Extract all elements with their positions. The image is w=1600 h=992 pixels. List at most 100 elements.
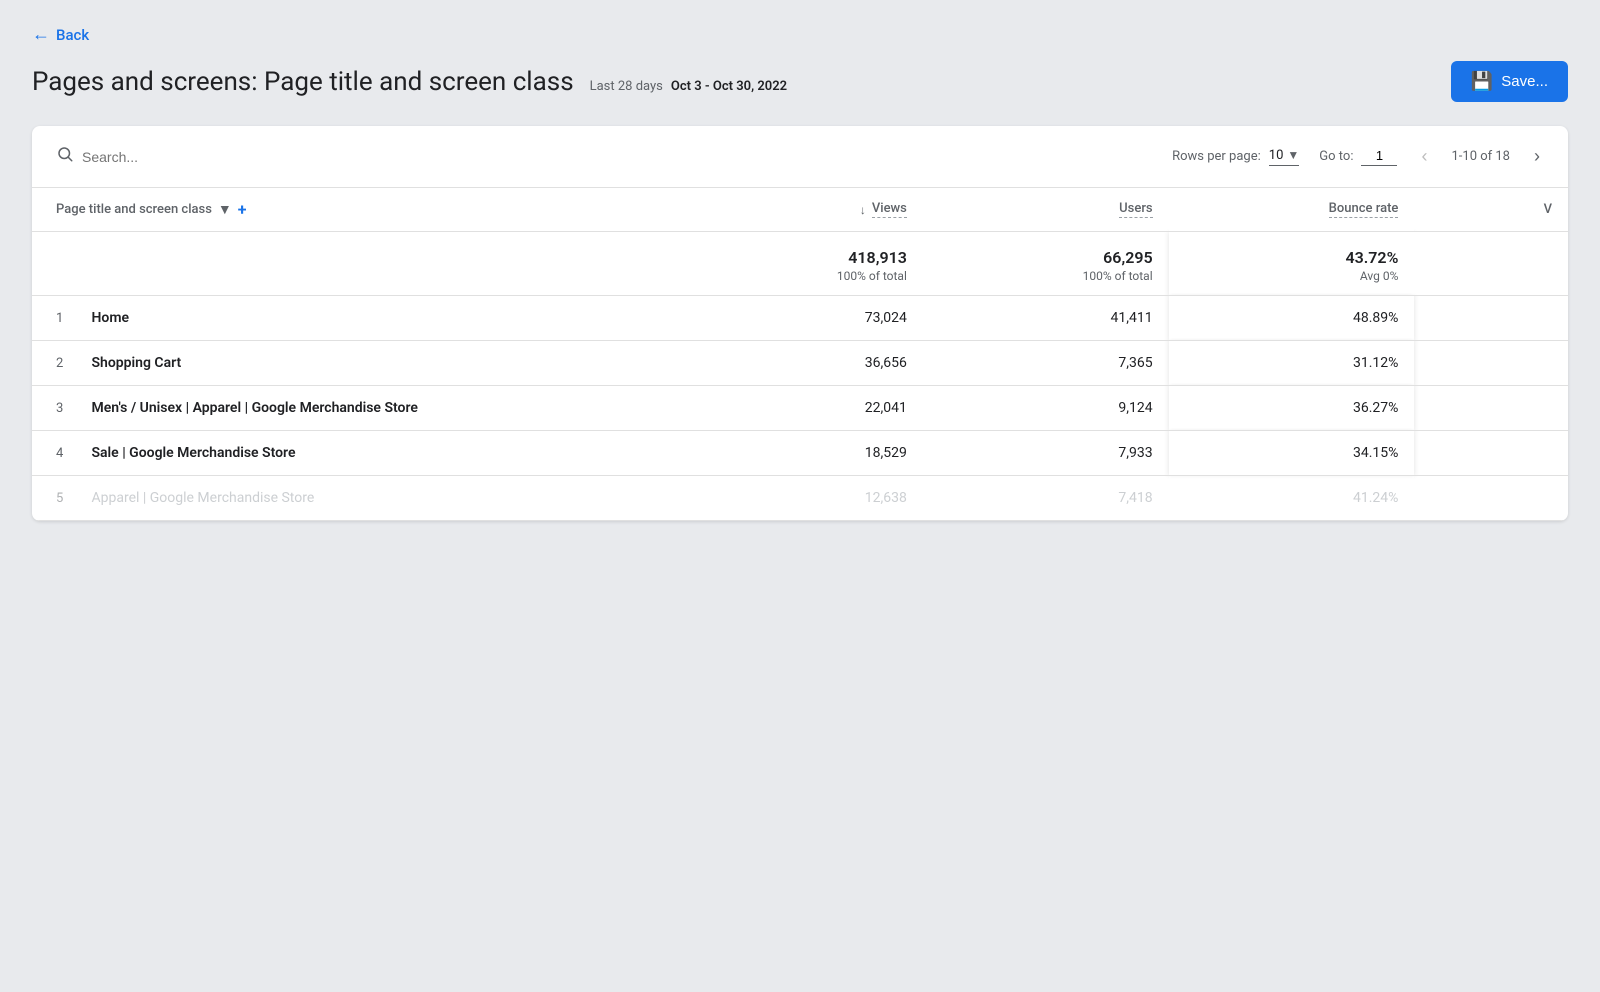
table-header-row: Page title and screen class ▼ + ↓ Views xyxy=(32,188,1568,232)
totals-users-sub: 100% of total xyxy=(939,269,1153,283)
row-users: 7,365 xyxy=(1118,355,1152,371)
row-views: 18,529 xyxy=(865,445,907,461)
totals-views: 418,913 xyxy=(693,248,907,267)
save-button[interactable]: 💾 Save... xyxy=(1451,61,1568,102)
row-page-name: Men's / Unisex | Apparel | Google Mercha… xyxy=(91,400,417,416)
row-extra-cell xyxy=(1414,476,1568,521)
row-bounce-cell: 48.89% xyxy=(1169,296,1415,341)
pagination-controls: Rows per page: 10 ▼ Go to: ‹ 1-10 of 18 … xyxy=(1172,142,1544,171)
row-index: 5 xyxy=(56,491,76,506)
toolbar: Rows per page: 10 ▼ Go to: ‹ 1-10 of 18 … xyxy=(32,126,1568,188)
back-arrow-icon: ← xyxy=(32,24,50,45)
row-bounce-cell: 36.27% xyxy=(1169,386,1415,431)
col-page-title-label: Page title and screen class xyxy=(56,202,212,217)
row-page-name: Apparel | Google Merchandise Store xyxy=(91,490,314,506)
totals-bounce-cell: 43.72% Avg 0% xyxy=(1169,232,1415,296)
rows-per-page-label: Rows per page: xyxy=(1172,149,1261,164)
row-views: 22,041 xyxy=(865,400,907,416)
row-views-cell: 22,041 xyxy=(677,386,923,431)
totals-page-title-cell xyxy=(32,232,677,296)
row-index: 2 xyxy=(56,356,76,371)
row-bounce: 48.89% xyxy=(1353,310,1398,326)
row-bounce: 31.12% xyxy=(1353,355,1398,371)
row-users: 41,411 xyxy=(1111,310,1153,326)
row-page-name: Shopping Cart xyxy=(91,355,181,371)
prev-page-button[interactable]: ‹ xyxy=(1417,142,1431,171)
row-extra-cell xyxy=(1414,386,1568,431)
row-page-title-cell: 1 Home xyxy=(32,296,677,341)
row-page-name: Home xyxy=(91,310,129,326)
totals-views-cell: 418,913 100% of total xyxy=(677,232,923,296)
totals-bounce: 43.72% xyxy=(1185,248,1399,267)
rows-per-page-value: 10 xyxy=(1269,148,1284,163)
totals-users: 66,295 xyxy=(939,248,1153,267)
col-header-page-title: Page title and screen class ▼ + xyxy=(32,188,677,232)
table-row: 2 Shopping Cart 36,656 7,365 31.12% xyxy=(32,341,1568,386)
back-label: Back xyxy=(56,26,89,44)
row-users: 9,124 xyxy=(1118,400,1152,416)
search-input[interactable] xyxy=(82,149,536,165)
main-card: Rows per page: 10 ▼ Go to: ‹ 1-10 of 18 … xyxy=(32,126,1568,521)
sort-desc-icon: ↓ xyxy=(860,203,866,217)
row-page-title-cell: 5 Apparel | Google Merchandise Store xyxy=(32,476,677,521)
col-users-label: Users xyxy=(1119,201,1152,218)
go-to-input[interactable] xyxy=(1361,148,1397,166)
page-title: Pages and screens: Page title and screen… xyxy=(32,67,574,97)
row-users: 7,933 xyxy=(1118,445,1152,461)
header-left: Pages and screens: Page title and screen… xyxy=(32,67,787,97)
row-index: 1 xyxy=(56,311,76,326)
date-value: Oct 3 - Oct 30, 2022 xyxy=(671,79,787,94)
row-page-title-cell: 4 Sale | Google Merchandise Store xyxy=(32,431,677,476)
page-info: 1-10 of 18 xyxy=(1451,149,1510,164)
page-header: Pages and screens: Page title and screen… xyxy=(32,61,1568,102)
totals-row: 418,913 100% of total 66,295 100% of tot… xyxy=(32,232,1568,296)
row-users-cell: 7,933 xyxy=(923,431,1169,476)
back-link[interactable]: ← Back xyxy=(32,24,89,45)
col-header-users: Users xyxy=(923,188,1169,232)
col-views-label: Views xyxy=(872,201,907,218)
row-bounce-cell: 34.15% xyxy=(1169,431,1415,476)
next-page-button[interactable]: › xyxy=(1530,142,1544,171)
row-page-title-cell: 3 Men's / Unisex | Apparel | Google Merc… xyxy=(32,386,677,431)
col-extra-label: V xyxy=(1544,202,1552,217)
row-index: 4 xyxy=(56,446,76,461)
totals-views-sub: 100% of total xyxy=(693,269,907,283)
row-extra-cell xyxy=(1414,296,1568,341)
row-views: 73,024 xyxy=(865,310,907,326)
go-to-label: Go to: xyxy=(1319,149,1353,164)
row-bounce: 41.24% xyxy=(1353,490,1398,506)
row-views: 12,638 xyxy=(865,490,907,506)
add-column-icon[interactable]: + xyxy=(238,200,247,219)
col-header-views: ↓ Views xyxy=(677,188,923,232)
rows-per-page-select[interactable]: 10 ▼ xyxy=(1269,148,1300,166)
save-icon: 💾 xyxy=(1471,71,1493,92)
rows-dropdown-arrow-icon: ▼ xyxy=(1287,148,1299,162)
row-index: 3 xyxy=(56,401,76,416)
save-label: Save... xyxy=(1501,73,1548,90)
rows-per-page: Rows per page: 10 ▼ xyxy=(1172,148,1299,166)
search-icon xyxy=(56,145,74,168)
col-header-bounce: Bounce rate xyxy=(1169,188,1415,232)
totals-bounce-sub: Avg 0% xyxy=(1185,269,1399,283)
row-page-title-cell: 2 Shopping Cart xyxy=(32,341,677,386)
table-row: 4 Sale | Google Merchandise Store 18,529… xyxy=(32,431,1568,476)
row-bounce-cell: 31.12% xyxy=(1169,341,1415,386)
go-to: Go to: xyxy=(1319,148,1397,166)
totals-extra-cell xyxy=(1414,232,1568,296)
totals-users-cell: 66,295 100% of total xyxy=(923,232,1169,296)
row-views-cell: 36,656 xyxy=(677,341,923,386)
page-container: ← Back Pages and screens: Page title and… xyxy=(0,0,1600,992)
row-users-cell: 7,365 xyxy=(923,341,1169,386)
row-bounce-cell: 41.24% xyxy=(1169,476,1415,521)
row-views-cell: 73,024 xyxy=(677,296,923,341)
row-views-cell: 12,638 xyxy=(677,476,923,521)
row-views: 36,656 xyxy=(865,355,907,371)
row-bounce: 34.15% xyxy=(1353,445,1398,461)
row-page-name: Sale | Google Merchandise Store xyxy=(91,445,295,461)
table-row: 3 Men's / Unisex | Apparel | Google Merc… xyxy=(32,386,1568,431)
row-users-cell: 41,411 xyxy=(923,296,1169,341)
col-page-title-dropdown-icon[interactable]: ▼ xyxy=(218,201,232,218)
date-label: Last 28 days xyxy=(590,79,663,94)
table-row: 1 Home 73,024 41,411 48.89% xyxy=(32,296,1568,341)
row-users-cell: 7,418 xyxy=(923,476,1169,521)
